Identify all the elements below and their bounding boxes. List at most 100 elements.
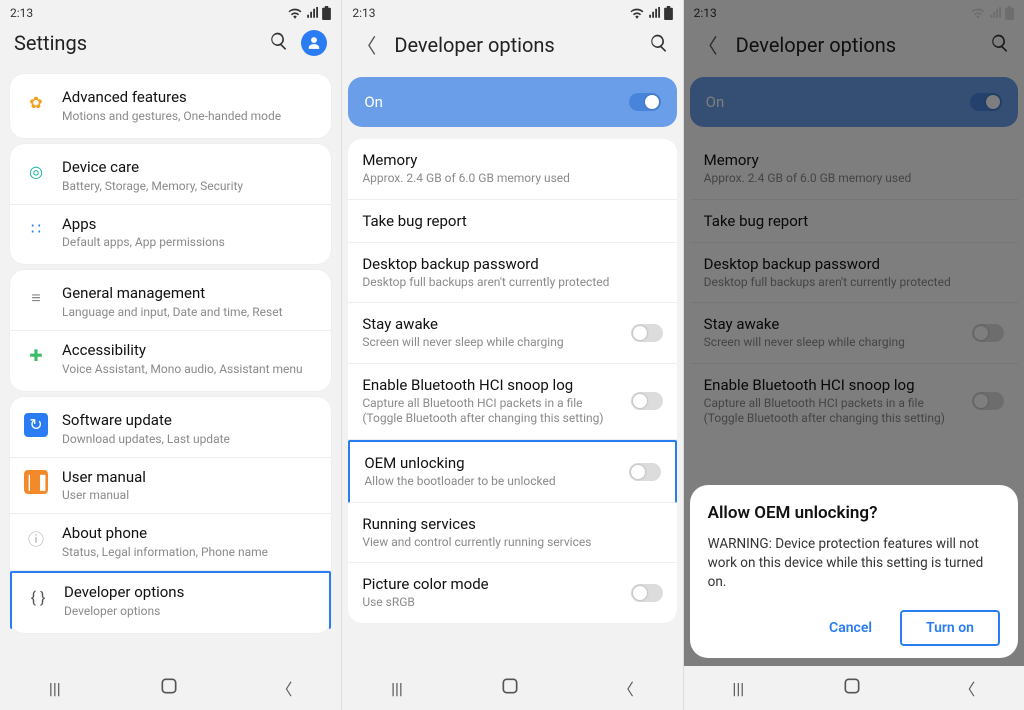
item-bluetooth-hci-snoop[interactable]: Enable Bluetooth HCI snoop log Capture a… (690, 364, 1018, 439)
app-bar: Settings (0, 22, 341, 68)
settings-item-developer-options[interactable]: { } Developer options Developer options (10, 571, 331, 629)
home-button[interactable] (500, 676, 520, 700)
item-memory[interactable]: Memory Approx. 2.4 GB of 6.0 GB memory u… (690, 139, 1018, 200)
master-toggle[interactable]: On (690, 77, 1018, 127)
item-title: Software update (62, 411, 317, 430)
turn-on-button[interactable]: Turn on (900, 610, 1000, 646)
switch-off-icon[interactable] (972, 324, 1004, 342)
page-title: Developer options (736, 33, 896, 57)
app-bar: 〈 Developer options (342, 22, 682, 71)
status-bar: 2:13 (0, 0, 341, 22)
item-memory[interactable]: Memory Approx. 2.4 GB of 6.0 GB memory u… (348, 139, 676, 200)
search-button[interactable] (990, 33, 1010, 57)
master-toggle[interactable]: On (348, 77, 676, 127)
switch-off-icon[interactable] (631, 324, 663, 342)
developer-options-list: Memory Approx. 2.4 GB of 6.0 GB memory u… (690, 139, 1018, 439)
info-icon: ⓘ (24, 526, 48, 550)
item-title: Desktop backup password (704, 255, 962, 273)
item-title: Desktop backup password (362, 255, 620, 273)
settings-item-device-care[interactable]: ◎ Device care Battery, Storage, Memory, … (10, 148, 331, 205)
item-desktop-backup-password[interactable]: Desktop backup password Desktop full bac… (348, 243, 676, 304)
item-subtitle: View and control currently running servi… (362, 535, 620, 551)
status-bar: 2:13 (684, 0, 1024, 22)
developer-options-list[interactable]: Memory Approx. 2.4 GB of 6.0 GB memory u… (348, 139, 676, 623)
switch-off-icon[interactable] (631, 392, 663, 410)
back-button[interactable]: 〈 (698, 30, 718, 59)
item-subtitle: Capture all Bluetooth HCI packets in a f… (704, 396, 962, 427)
switch-off-icon[interactable] (972, 392, 1004, 410)
switch-off-icon[interactable] (629, 463, 661, 481)
item-title: Take bug report (704, 212, 962, 230)
status-bar: 2:13 (342, 0, 682, 22)
settings-item-software-update[interactable]: ↻ Software update Download updates, Last… (10, 401, 331, 458)
recents-button[interactable]: ||| (49, 679, 61, 698)
item-title: General management (62, 284, 317, 303)
status-icons (971, 6, 1014, 20)
settings-item-user-manual[interactable]: ❘❚ User manual User manual (10, 458, 331, 515)
dialog-actions: Cancel Turn on (708, 610, 1000, 646)
person-icon (307, 36, 321, 50)
item-title: Enable Bluetooth HCI snoop log (704, 376, 962, 394)
item-stay-awake[interactable]: Stay awake Screen will never sleep while… (690, 303, 1018, 364)
search-icon (990, 33, 1010, 53)
home-button[interactable] (842, 676, 862, 700)
item-subtitle: Download updates, Last update (62, 432, 317, 447)
braces-icon: { } (26, 585, 50, 609)
wifi-icon (971, 7, 985, 19)
master-toggle-label: On (706, 93, 725, 111)
sync-icon: ↻ (24, 413, 48, 437)
device-care-icon: ◎ (24, 160, 48, 184)
accessibility-icon: ✚ (24, 343, 48, 367)
item-subtitle: Approx. 2.4 GB of 6.0 GB memory used (704, 171, 962, 187)
switch-on-icon (629, 93, 661, 111)
settings-group: ◎ Device care Battery, Storage, Memory, … (10, 144, 331, 265)
item-picture-color-mode[interactable]: Picture color mode Use sRGB (348, 563, 676, 623)
item-oem-unlocking[interactable]: OEM unlocking Allow the bootloader to be… (348, 440, 676, 503)
dialog-title: Allow OEM unlocking? (708, 503, 1000, 523)
settings-item-advanced-features[interactable]: ✿ Advanced features Motions and gestures… (10, 78, 331, 134)
item-title: OEM unlocking (364, 454, 618, 472)
cancel-button[interactable]: Cancel (815, 612, 886, 644)
settings-item-general-management[interactable]: ≡ General management Language and input,… (10, 274, 331, 331)
item-subtitle: Battery, Storage, Memory, Security (62, 179, 317, 194)
item-bug-report[interactable]: Take bug report (690, 200, 1018, 243)
settings-list[interactable]: ✿ Advanced features Motions and gestures… (0, 68, 341, 710)
settings-item-accessibility[interactable]: ✚ Accessibility Voice Assistant, Mono au… (10, 331, 331, 387)
item-running-services[interactable]: Running services View and control curren… (348, 503, 676, 564)
item-stay-awake[interactable]: Stay awake Screen will never sleep while… (348, 303, 676, 364)
item-desktop-backup-password[interactable]: Desktop backup password Desktop full bac… (690, 243, 1018, 304)
back-button[interactable]: 〈 (356, 30, 376, 59)
navigation-bar: ||| 〈 (0, 666, 341, 710)
item-bluetooth-hci-snoop[interactable]: Enable Bluetooth HCI snoop log Capture a… (348, 364, 676, 440)
page-title: Developer options (394, 33, 554, 57)
item-title: Running services (362, 515, 620, 533)
back-button[interactable]: 〈 (276, 676, 292, 700)
back-button[interactable]: 〈 (618, 676, 634, 700)
apps-icon: ∷ (24, 217, 48, 241)
item-subtitle: Voice Assistant, Mono audio, Assistant m… (62, 362, 317, 377)
item-subtitle: Desktop full backups aren't currently pr… (362, 275, 620, 291)
settings-item-about-phone[interactable]: ⓘ About phone Status, Legal information,… (10, 514, 331, 571)
status-time: 2:13 (10, 6, 33, 20)
item-bug-report[interactable]: Take bug report (348, 200, 676, 243)
settings-group: ✿ Advanced features Motions and gestures… (10, 74, 331, 138)
item-subtitle: Screen will never sleep while charging (704, 335, 962, 351)
item-subtitle: Capture all Bluetooth HCI packets in a f… (362, 396, 620, 427)
switch-off-icon[interactable] (631, 584, 663, 602)
item-title: Advanced features (62, 88, 317, 107)
back-button[interactable]: 〈 (959, 676, 975, 700)
search-button[interactable] (269, 31, 289, 55)
account-button[interactable] (301, 30, 327, 56)
screen-settings: 2:13 Settings ✿ Advanced features Motion… (0, 0, 341, 710)
search-button[interactable] (649, 33, 669, 57)
recents-button[interactable]: ||| (732, 679, 744, 698)
item-title: Enable Bluetooth HCI snoop log (362, 376, 620, 394)
settings-item-apps[interactable]: ∷ Apps Default apps, App permissions (10, 205, 331, 261)
status-time: 2:13 (352, 6, 375, 20)
recents-button[interactable]: ||| (391, 679, 403, 698)
battery-icon (664, 6, 673, 20)
status-icons (288, 6, 331, 20)
status-time: 2:13 (694, 6, 717, 20)
battery-icon (322, 6, 331, 20)
home-button[interactable] (159, 676, 179, 700)
